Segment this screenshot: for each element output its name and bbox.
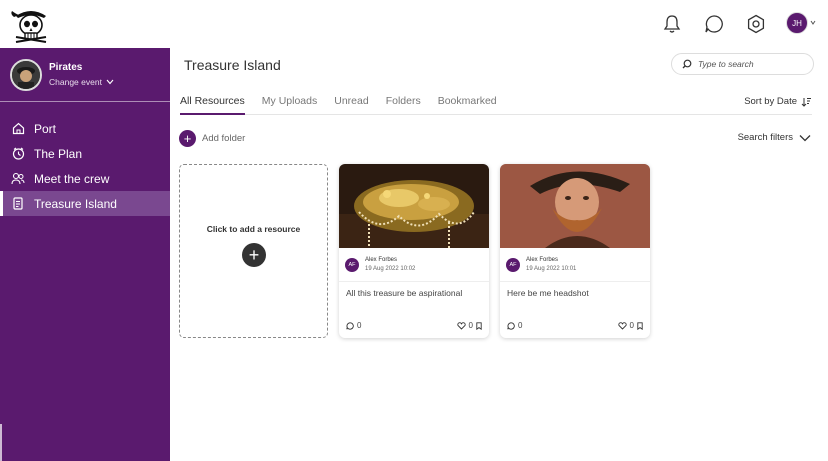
event-avatar [10, 58, 42, 91]
treasure-chest-image [339, 164, 489, 248]
post-date: 19 Aug 2022 10:01 [526, 266, 577, 272]
tab-my-uploads[interactable]: My Uploads [262, 95, 317, 115]
card-divider [339, 281, 489, 282]
tab-all-resources[interactable]: All Resources [180, 95, 245, 115]
add-folder-label: Add folder [202, 133, 246, 144]
like-count: 0 [629, 321, 634, 330]
resource-card[interactable]: AF Alex Forbes 19 Aug 2022 10:01 Here be… [500, 164, 650, 338]
settings-icon[interactable] [744, 12, 768, 36]
sidebar-item-label: Port [34, 121, 57, 136]
search-box[interactable] [671, 53, 814, 75]
add-resource-label: Click to add a resource [206, 224, 301, 234]
sidebar-item-label: Meet the crew [34, 171, 110, 186]
skull-logo[interactable] [10, 4, 52, 44]
author-avatar: AF [506, 258, 520, 272]
author-name: Alex Forbes [526, 257, 559, 263]
search-filters-label: Search filters [737, 132, 793, 143]
sidebar-item-meet-the-crew[interactable]: Meet the crew [0, 166, 170, 191]
add-resource-card[interactable]: Click to add a resource + [179, 164, 328, 338]
home-icon [11, 122, 25, 136]
author-name: Alex Forbes [365, 257, 398, 263]
top-bar: JH [0, 0, 828, 48]
main-content: Treasure Island All Resources My Uploads… [170, 48, 828, 461]
sidebar: Pirates Change event Port The Plan Meet … [0, 48, 170, 461]
document-icon [11, 197, 25, 211]
sort-icon [801, 97, 811, 107]
sidebar-item-label: Treasure Island [34, 196, 117, 211]
add-folder-button[interactable]: + Add folder [179, 130, 245, 147]
plus-icon: + [242, 243, 266, 267]
tab-folders[interactable]: Folders [386, 95, 421, 115]
people-icon [11, 172, 25, 186]
user-initials: JH [786, 12, 808, 34]
change-event-button[interactable]: Change event [49, 77, 114, 87]
tab-bookmarked[interactable]: Bookmarked [438, 95, 497, 115]
author-avatar: AF [345, 258, 359, 272]
bookmark-icon[interactable] [637, 321, 643, 330]
card-caption: All this treasure be aspirational [346, 288, 463, 298]
like-count: 0 [468, 321, 473, 330]
heart-icon[interactable] [617, 321, 627, 330]
page-title: Treasure Island [184, 57, 281, 73]
comment-count: 0 [357, 321, 362, 330]
chevron-down-icon [810, 20, 816, 25]
search-input[interactable] [698, 59, 808, 69]
plus-icon: + [179, 130, 196, 147]
card-divider [500, 281, 650, 282]
tab-unread[interactable]: Unread [334, 95, 368, 115]
search-filters-button[interactable]: Search filters [738, 132, 811, 143]
change-event-label: Change event [49, 77, 102, 87]
sidebar-item-label: The Plan [34, 146, 83, 161]
sidebar-item-port[interactable]: Port [0, 116, 170, 141]
chevron-down-icon [799, 134, 811, 141]
search-icon [682, 59, 692, 69]
chat-icon[interactable] [702, 12, 726, 36]
calendar-icon [11, 147, 25, 161]
sort-label: Sort by Date [744, 96, 797, 107]
sidebar-item-the-plan[interactable]: The Plan [0, 141, 170, 166]
comment-button[interactable]: 0 [346, 321, 361, 330]
event-selector: Pirates Change event [0, 48, 170, 102]
sidebar-item-treasure-island[interactable]: Treasure Island [0, 191, 170, 216]
resource-tabs: All Resources My Uploads Unread Folders … [180, 95, 812, 115]
event-name: Pirates [49, 62, 83, 73]
post-date: 19 Aug 2022 10:02 [365, 266, 416, 272]
chevron-down-icon [106, 79, 114, 85]
comment-icon [346, 321, 354, 330]
comment-icon [507, 321, 515, 330]
resource-card[interactable]: AF Alex Forbes 19 Aug 2022 10:02 All thi… [339, 164, 489, 338]
comment-count: 0 [518, 321, 523, 330]
bell-icon[interactable] [660, 12, 684, 36]
comment-button[interactable]: 0 [507, 321, 522, 330]
pirate-headshot-image [500, 164, 650, 248]
bookmark-icon[interactable] [476, 321, 482, 330]
card-caption: Here be me headshot [507, 288, 589, 298]
sidebar-divider [0, 424, 2, 461]
heart-icon[interactable] [456, 321, 466, 330]
sort-button[interactable]: Sort by Date [744, 96, 812, 107]
user-avatar-menu[interactable]: JH [786, 11, 816, 37]
